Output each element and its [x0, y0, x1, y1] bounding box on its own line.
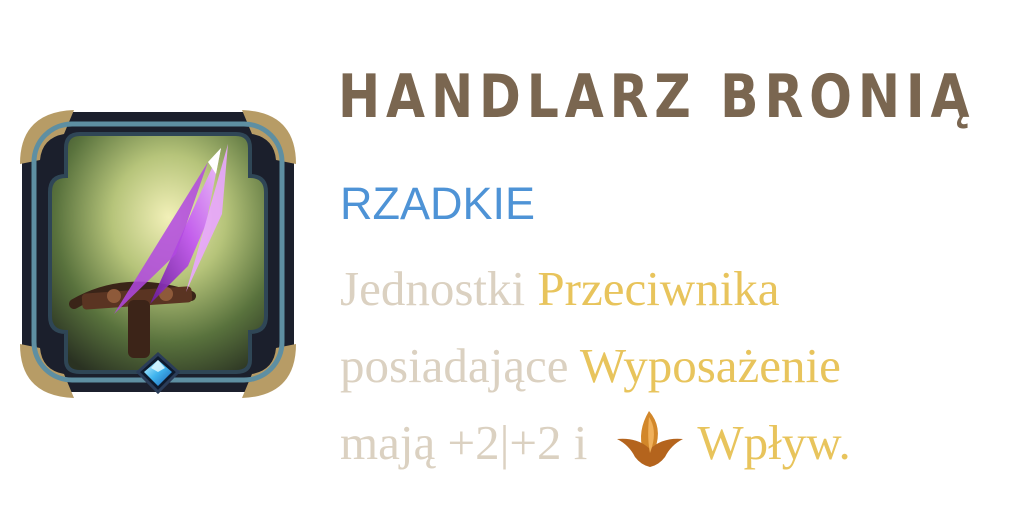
description-text: posiadające [340, 338, 580, 393]
description-text: mają +2|+2 i [340, 415, 588, 470]
description-line-2: posiadające Wyposażenie [340, 327, 1020, 404]
rarity-label: RZADKIE [340, 178, 536, 229]
item-art-frame [20, 110, 296, 398]
description-line-3: mają +2|+2 i Wpływ. [340, 404, 1020, 481]
item-title: HANDLARZ BRONIĄ [338, 62, 976, 132]
item-description: Jednostki Przeciwnika posiadające Wyposa… [340, 250, 1020, 481]
influence-icon [617, 411, 684, 467]
keyword-equipment: Wyposażenie [579, 338, 841, 393]
keyword-enemy: Przeciwnika [537, 261, 780, 316]
keyword-influence: Wpływ. [697, 415, 851, 470]
description-text: Jednostki [340, 261, 538, 316]
description-line-1: Jednostki Przeciwnika [340, 250, 1020, 327]
item-card: HANDLARZ BRONIĄ RZADKIE Jednostki Przeci… [0, 0, 1024, 512]
